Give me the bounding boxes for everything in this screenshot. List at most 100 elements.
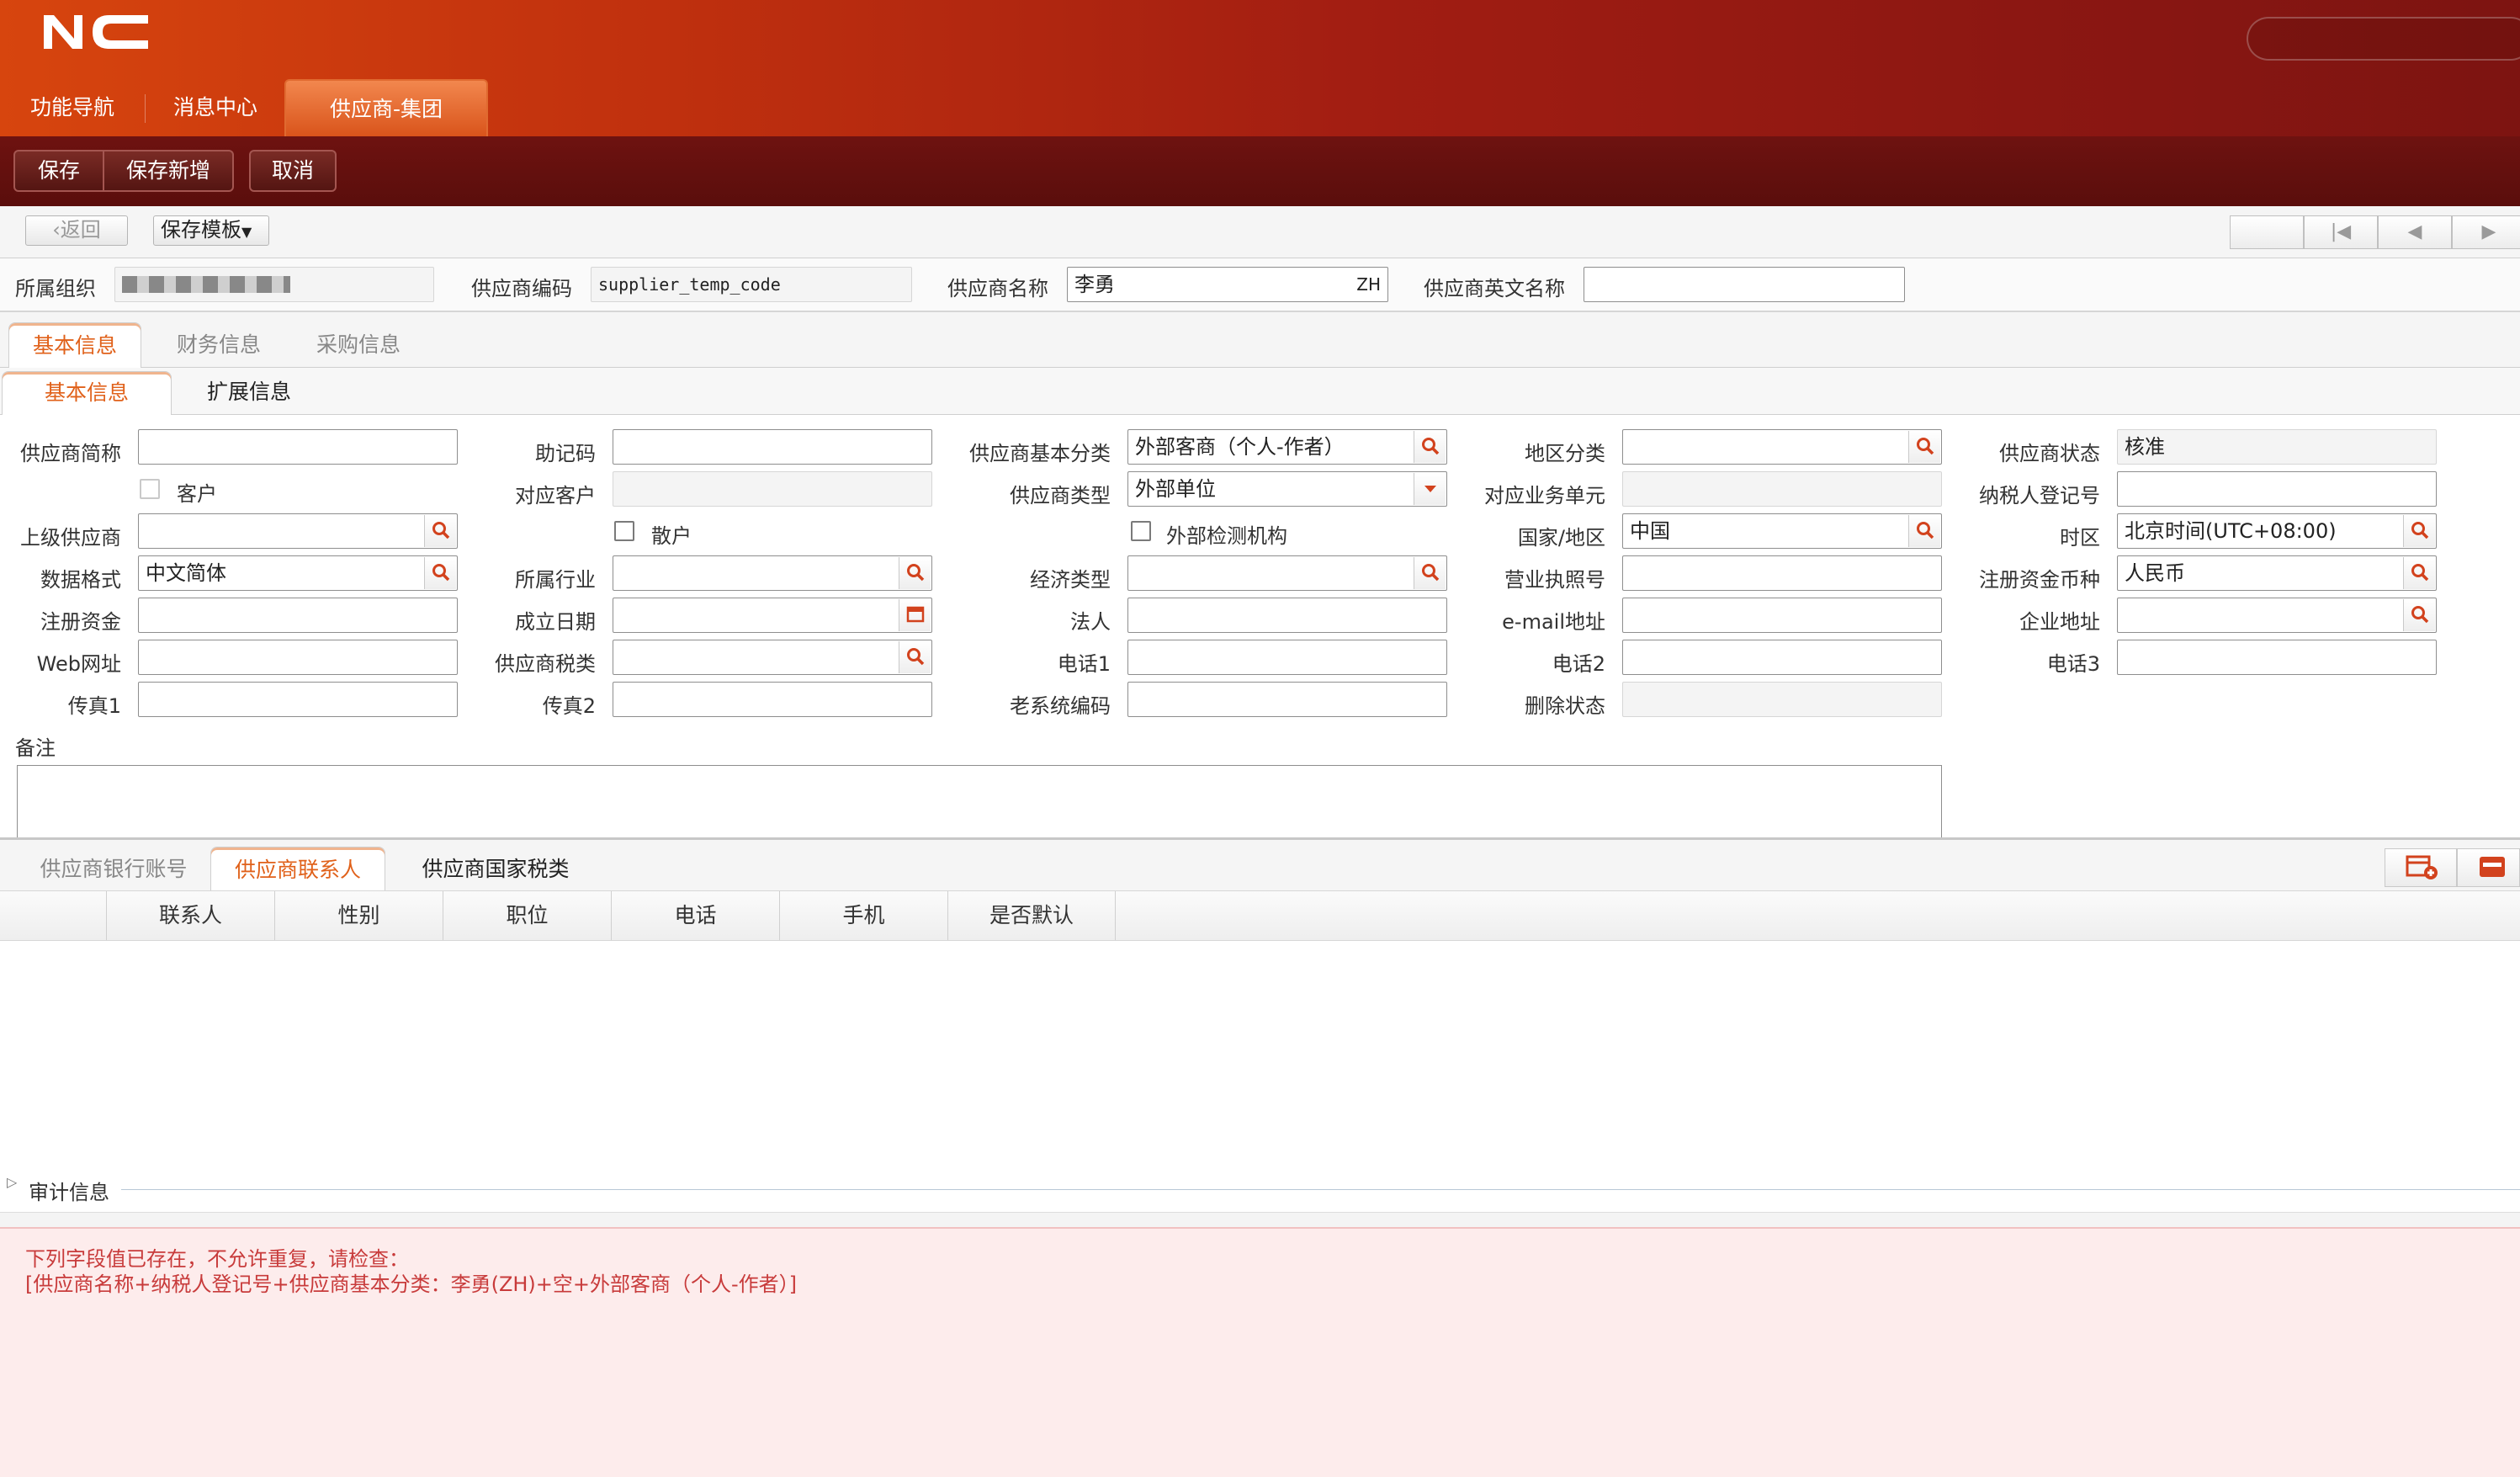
- old-code-field[interactable]: [1127, 682, 1447, 717]
- customer-checkbox[interactable]: [140, 479, 160, 499]
- phone3-field[interactable]: [2117, 640, 2437, 675]
- subtab-basic-info[interactable]: 基本信息: [2, 371, 172, 415]
- save-template-dropdown[interactable]: 保存模板▼: [153, 215, 269, 246]
- search-icon[interactable]: [899, 557, 931, 589]
- org-label: 所属组织: [15, 277, 96, 300]
- column-header[interactable]: 职位: [443, 891, 611, 940]
- column-header[interactable]: 性别: [274, 891, 443, 940]
- chevron-left-icon: ‹: [52, 218, 61, 242]
- main-tab-bar: 基本信息 财务信息 采购信息: [0, 312, 2520, 368]
- tax-class-field[interactable]: [613, 640, 932, 675]
- corr-customer-field[interactable]: [613, 471, 932, 507]
- search-icon[interactable]: [2403, 557, 2435, 589]
- country-value: 中国: [1630, 519, 1670, 543]
- phone2-label: 电话2: [1552, 652, 1605, 676]
- supplier-name-field[interactable]: 李勇 ZH: [1067, 267, 1388, 302]
- mnemonic-field[interactable]: [613, 429, 932, 465]
- language-indicator[interactable]: ZH: [1356, 268, 1381, 301]
- nav-blank-button[interactable]: [2230, 215, 2304, 249]
- license-field[interactable]: [1622, 555, 1942, 591]
- calendar-icon[interactable]: [899, 599, 931, 631]
- expand-triangle-icon[interactable]: ▷: [7, 1174, 17, 1190]
- splitter[interactable]: [0, 1212, 2520, 1227]
- phone2-field[interactable]: [1622, 640, 1942, 675]
- timezone-value: 北京时间(UTC+08:00): [2125, 519, 2337, 543]
- dropdown-arrow-icon[interactable]: [1414, 473, 1446, 505]
- bottom-tab-bar: 供应商银行账号 供应商联系人 供应商国家税类: [0, 837, 2520, 892]
- next-record-icon[interactable]: ▶: [2452, 215, 2520, 249]
- tab-function-nav[interactable]: 功能导航: [0, 79, 145, 136]
- fax2-field[interactable]: [613, 682, 932, 717]
- ext-inspect-checkbox[interactable]: [1131, 521, 1151, 541]
- search-icon[interactable]: [1414, 431, 1446, 463]
- search-icon[interactable]: [2403, 515, 2435, 547]
- nc-logo: NC: [44, 15, 148, 49]
- tab-message-center[interactable]: 消息中心: [145, 79, 286, 136]
- tab-basic-info[interactable]: 基本信息: [8, 322, 141, 368]
- timezone-field[interactable]: 北京时间(UTC+08:00): [2117, 513, 2437, 549]
- column-header[interactable]: 手机: [779, 891, 947, 940]
- column-header[interactable]: 电话: [611, 891, 779, 940]
- audit-label: 审计信息: [29, 1181, 109, 1204]
- retail-checkbox[interactable]: [614, 521, 634, 541]
- basic-class-field[interactable]: 外部客商（个人-作者）: [1127, 429, 1447, 465]
- supplier-code-field[interactable]: supplier_temp_code: [591, 267, 912, 302]
- web-field[interactable]: [138, 640, 458, 675]
- supplier-type-select[interactable]: 外部单位: [1127, 471, 1447, 507]
- reg-capital-field[interactable]: [138, 598, 458, 633]
- supplier-en-name-label: 供应商英文名称: [1424, 277, 1565, 300]
- search-icon[interactable]: [2403, 599, 2435, 631]
- caret-down-icon: ▼: [241, 224, 252, 240]
- corr-unit-label: 对应业务单元: [1484, 484, 1605, 507]
- tab-supplier-group[interactable]: 供应商-集团: [284, 79, 488, 136]
- currency-field[interactable]: 人民币: [2117, 555, 2437, 591]
- region-field[interactable]: [1622, 429, 1942, 465]
- remarks-textarea[interactable]: [17, 765, 1942, 837]
- parent-supplier-field[interactable]: [138, 513, 458, 549]
- status-label: 供应商状态: [1999, 442, 2100, 465]
- industry-field[interactable]: [613, 555, 932, 591]
- search-icon[interactable]: [899, 641, 931, 673]
- country-field[interactable]: 中国: [1622, 513, 1942, 549]
- taxpayer-no-label: 纳税人登记号: [1979, 484, 2100, 507]
- save-new-button[interactable]: 保存新增: [103, 150, 234, 192]
- phone1-field[interactable]: [1127, 640, 1447, 675]
- timezone-label: 时区: [2060, 526, 2100, 550]
- email-field[interactable]: [1622, 598, 1942, 633]
- subtab-extended-info[interactable]: 扩展信息: [182, 371, 316, 415]
- corr-unit-field[interactable]: [1622, 471, 1942, 507]
- tab-bank-account[interactable]: 供应商银行账号: [25, 847, 202, 892]
- short-name-field[interactable]: [138, 429, 458, 465]
- column-header[interactable]: 是否默认: [947, 891, 1116, 940]
- supplier-en-name-field[interactable]: [1584, 267, 1905, 302]
- org-field[interactable]: [114, 267, 434, 302]
- global-search-input[interactable]: [2247, 17, 2520, 61]
- legal-person-field[interactable]: [1127, 598, 1447, 633]
- tab-finance-info[interactable]: 财务信息: [151, 322, 286, 368]
- search-icon[interactable]: [424, 557, 456, 589]
- cancel-button[interactable]: 取消: [249, 150, 337, 192]
- audit-section[interactable]: ▷ 审计信息: [0, 1172, 2520, 1206]
- taxpayer-no-field[interactable]: [2117, 471, 2437, 507]
- save-button[interactable]: 保存: [13, 150, 104, 192]
- econ-type-field[interactable]: [1127, 555, 1447, 591]
- search-icon[interactable]: [1414, 557, 1446, 589]
- search-icon[interactable]: [424, 515, 456, 547]
- column-header[interactable]: 联系人: [106, 891, 274, 940]
- contacts-grid-body: [0, 941, 2520, 1185]
- retail-label: 散户: [651, 524, 692, 548]
- supplier-name-value: 李勇: [1074, 273, 1115, 296]
- back-button[interactable]: ‹返回: [25, 215, 128, 246]
- previous-record-icon[interactable]: ◀: [2378, 215, 2452, 249]
- tab-country-tax[interactable]: 供应商国家税类: [401, 847, 591, 892]
- fax1-field[interactable]: [138, 682, 458, 717]
- delete-row-icon[interactable]: [2457, 848, 2520, 887]
- data-format-field[interactable]: 中文简体: [138, 555, 458, 591]
- first-record-icon[interactable]: |◀: [2304, 215, 2378, 249]
- address-field[interactable]: [2117, 598, 2437, 633]
- add-row-icon[interactable]: [2385, 848, 2457, 887]
- basic-info-form: 供应商简称 客户 上级供应商 数据格式 中文简体 注册资金 Web网址 传真1 …: [0, 415, 2520, 837]
- tab-purchase-info[interactable]: 采购信息: [291, 322, 426, 368]
- found-date-field[interactable]: [613, 598, 932, 633]
- tab-contacts[interactable]: 供应商联系人: [210, 847, 385, 892]
